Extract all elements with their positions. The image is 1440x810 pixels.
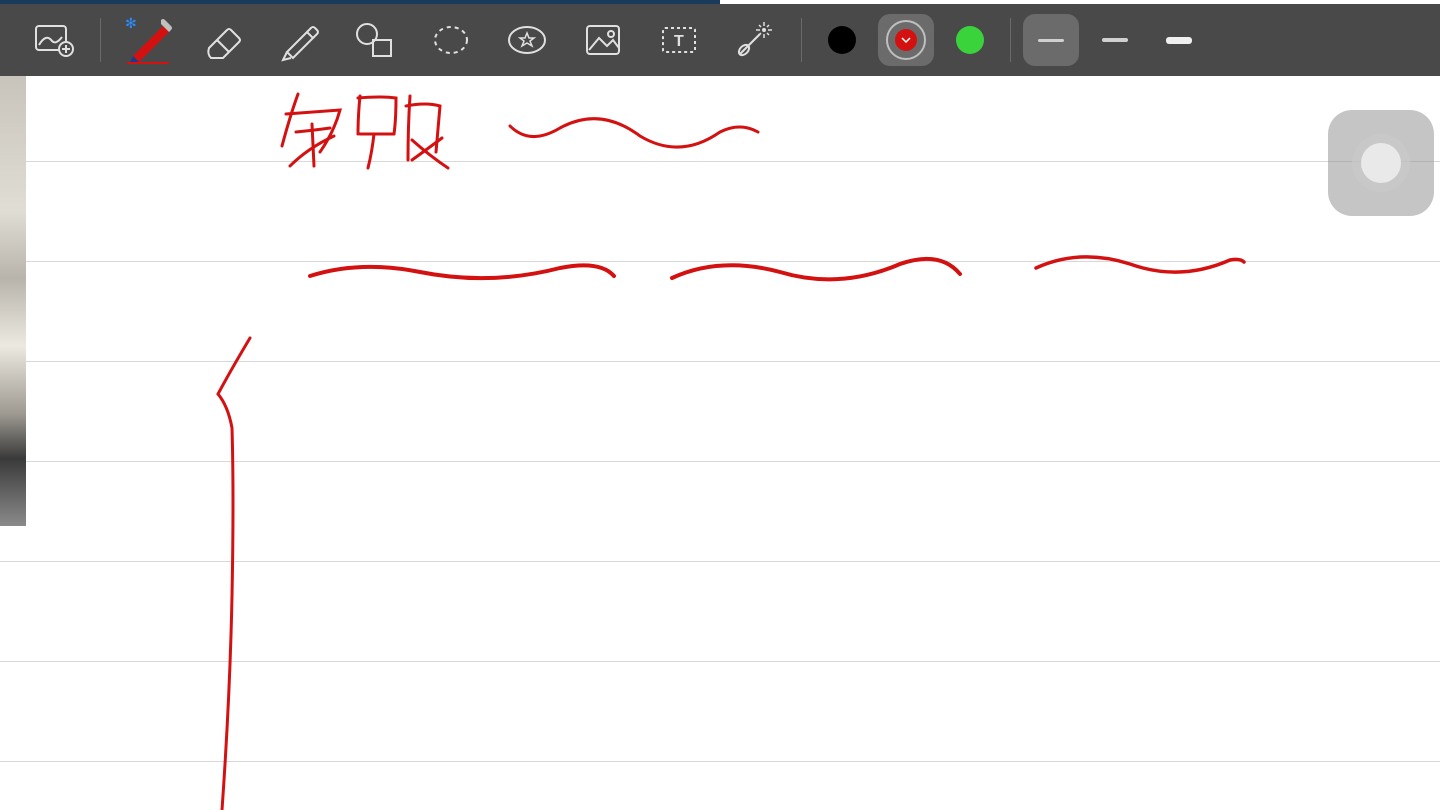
- stroke-thin-button[interactable]: [1023, 14, 1079, 66]
- laser-tool-button[interactable]: [721, 8, 789, 72]
- image-tool-button[interactable]: [569, 8, 637, 72]
- toolbar-divider: [100, 18, 101, 62]
- eraser-tool-button[interactable]: [189, 8, 257, 72]
- color-red-button[interactable]: [878, 14, 934, 66]
- highlighter-icon: [277, 18, 321, 62]
- medium-stroke-icon: [1102, 38, 1128, 42]
- ruled-paper-background: [0, 76, 1440, 810]
- image-icon: [585, 24, 621, 56]
- text-tool-button[interactable]: T: [645, 8, 713, 72]
- black-swatch-icon: [828, 26, 856, 54]
- insert-image-button[interactable]: [20, 8, 88, 72]
- stroke-medium-button[interactable]: [1087, 14, 1143, 66]
- toolbar-divider: [801, 18, 802, 62]
- drawing-canvas[interactable]: [0, 76, 1440, 810]
- color-black-button[interactable]: [814, 14, 870, 66]
- text-box-icon: T: [661, 24, 697, 56]
- lasso-icon: [431, 23, 471, 57]
- red-swatch-icon: [895, 29, 917, 51]
- pen-icon: ✻: [119, 16, 175, 64]
- chevron-down-icon: [901, 37, 911, 43]
- lasso-tool-button[interactable]: [417, 8, 485, 72]
- color-green-button[interactable]: [942, 14, 998, 66]
- eraser-icon: [201, 20, 245, 60]
- shape-tool-icon: [353, 20, 397, 60]
- toolbar-divider: [1010, 18, 1011, 62]
- assistive-touch-icon: [1352, 134, 1410, 192]
- laser-pointer-icon: [734, 20, 776, 60]
- main-toolbar: ✻: [0, 4, 1440, 76]
- stroke-thick-button[interactable]: [1151, 14, 1207, 66]
- stamp-tool-button[interactable]: [493, 8, 561, 72]
- svg-text:T: T: [674, 33, 684, 50]
- green-swatch-icon: [956, 26, 984, 54]
- favorite-tool-icon: [506, 23, 548, 57]
- pen-tool-button[interactable]: ✻: [113, 8, 181, 72]
- thick-stroke-icon: [1166, 37, 1192, 44]
- assistive-touch-button[interactable]: [1328, 110, 1434, 216]
- highlighter-tool-button[interactable]: [265, 8, 333, 72]
- thin-stroke-icon: [1038, 39, 1064, 42]
- insert-image-icon: [34, 23, 74, 57]
- shape-tool-button[interactable]: [341, 8, 409, 72]
- page-edge-thumbnail: [0, 76, 26, 526]
- top-progress-bar: [0, 0, 720, 4]
- svg-text:✻: ✻: [125, 16, 137, 31]
